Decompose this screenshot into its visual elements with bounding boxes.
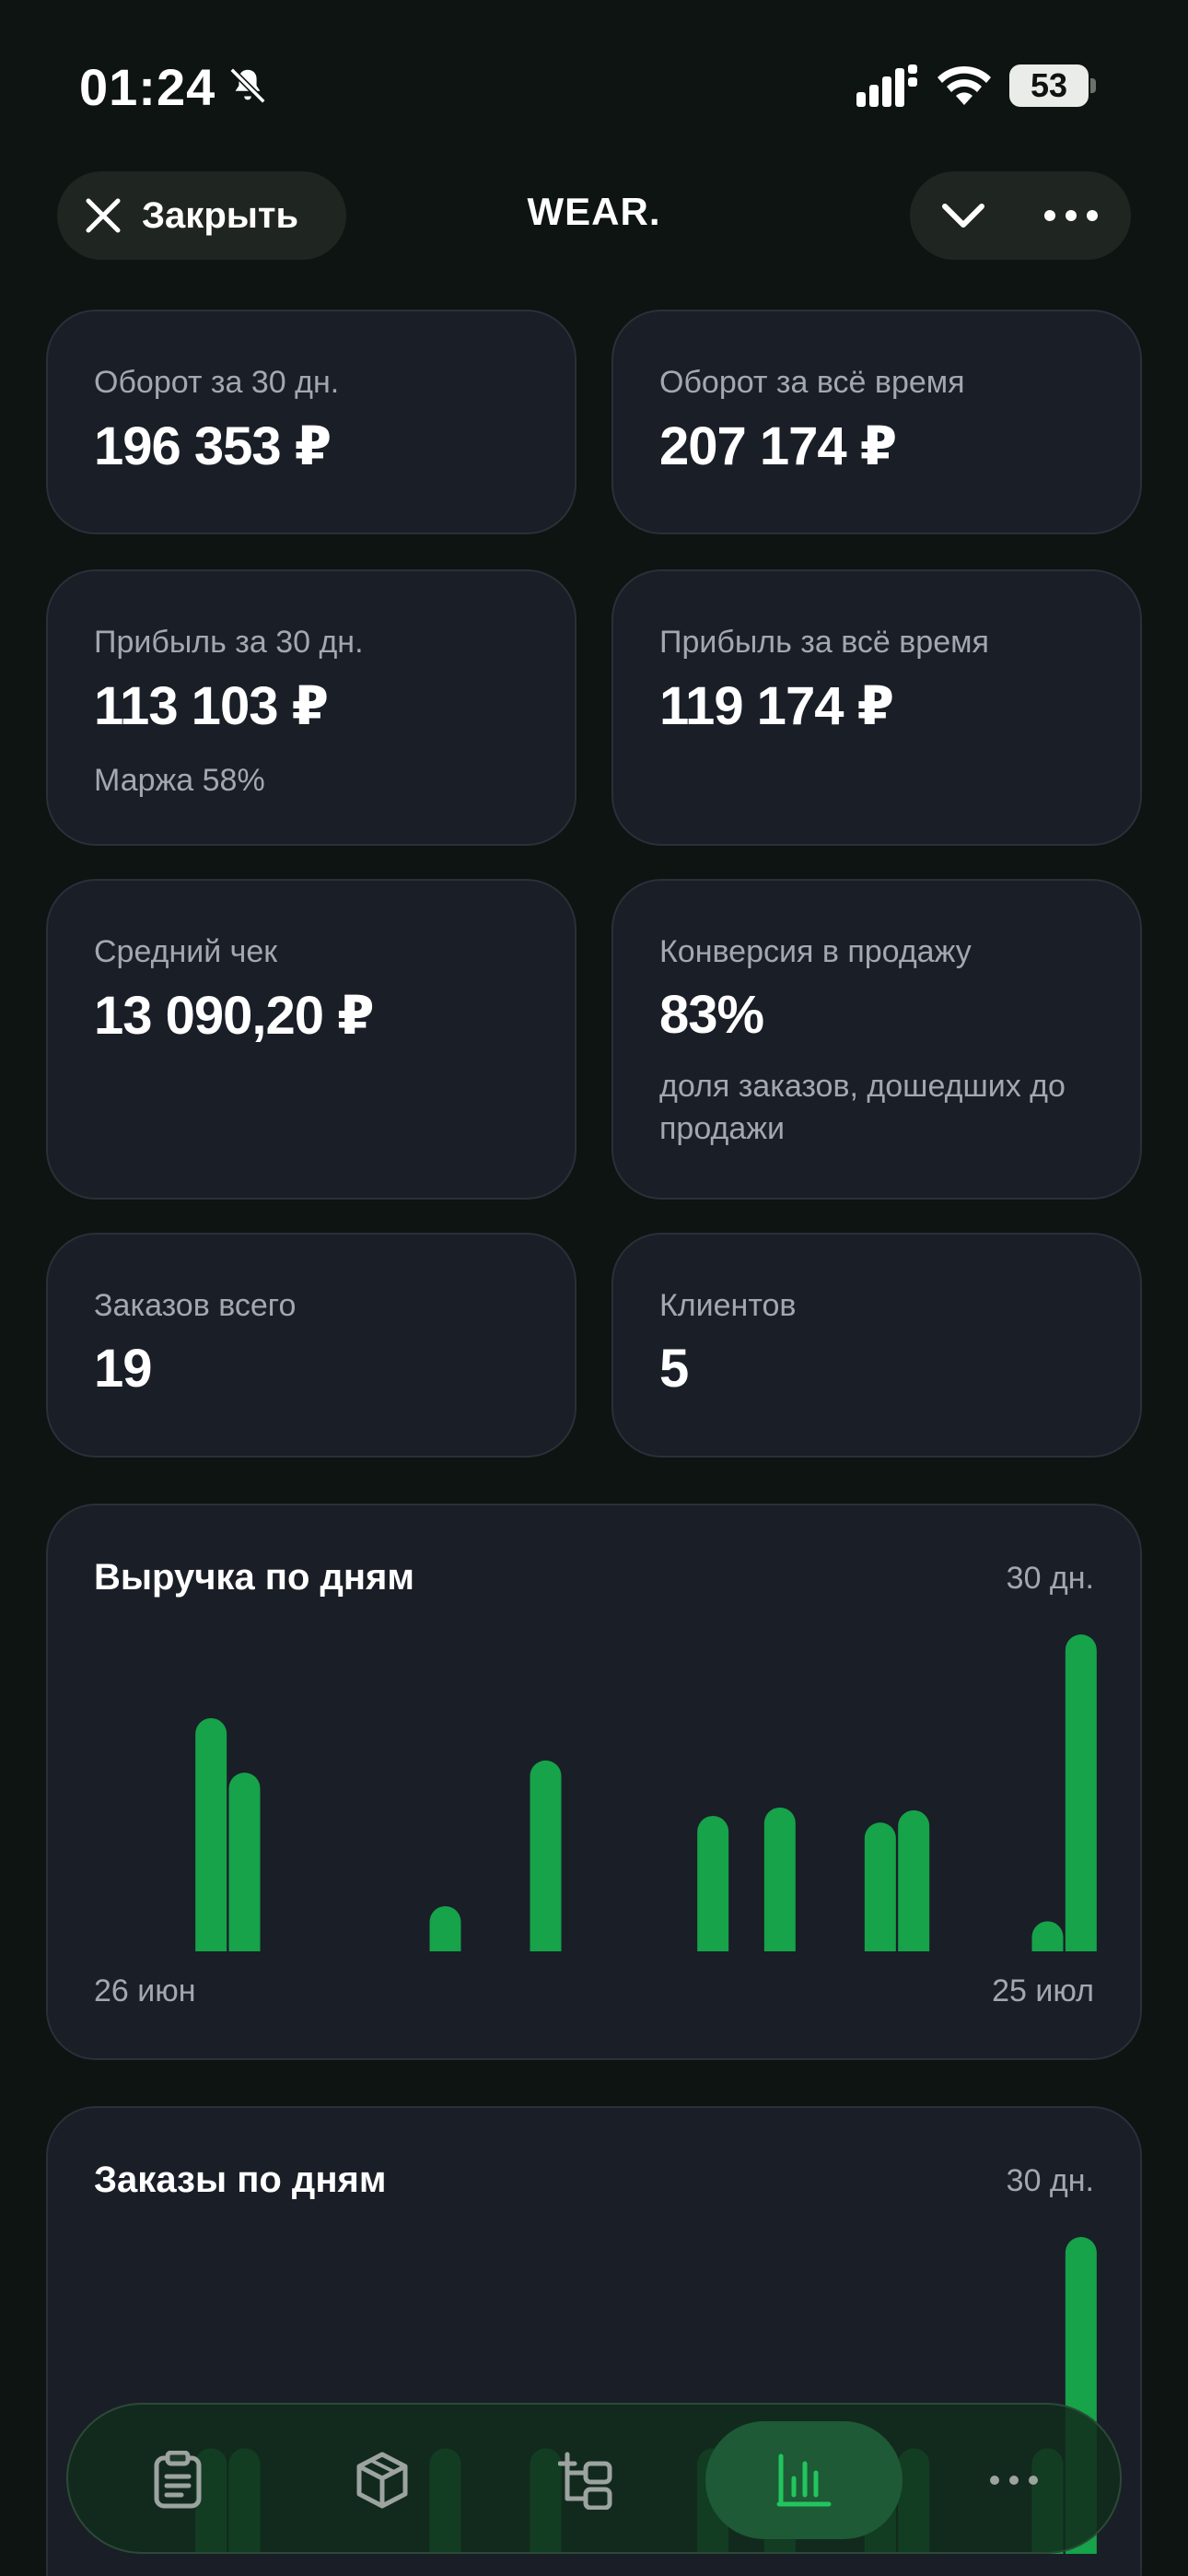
x-axis-start-label: 26 июн: [94, 1973, 196, 2008]
stat-label: Конверсия в продажу: [659, 934, 972, 969]
revenue-bar: [228, 1773, 261, 1951]
wifi-icon: [938, 65, 991, 105]
box-icon: [356, 2452, 408, 2509]
stat-card-turnover-all: Оборот за всё время 207 174 ₽: [611, 310, 1142, 534]
nav-item-products[interactable]: [284, 2421, 481, 2539]
nav-item-analytics[interactable]: [705, 2421, 903, 2539]
status-bar: 01:24 53: [0, 0, 1188, 175]
revenue-chart-card: Выручка по дням 30 дн. 26 июн 25 июл: [46, 1504, 1142, 2060]
stat-label: Клиентов: [659, 1288, 797, 1323]
stat-card-clients: Клиентов 5: [611, 1233, 1142, 1458]
revenue-bar: [195, 1717, 227, 1951]
chart-title: Заказы по дням: [94, 2160, 387, 2200]
nav-item-categories[interactable]: [488, 2421, 685, 2539]
x-axis-end-label: 25 июл: [992, 1973, 1094, 2008]
stat-value: 83%: [659, 985, 764, 1045]
revenue-bar: [898, 1809, 930, 1951]
stat-card-profit-30d: Прибыль за 30 дн. 113 103 ₽ Маржа 58%: [46, 569, 577, 846]
chart-period: 30 дн.: [1006, 2163, 1094, 2198]
stat-value: 19: [94, 1339, 153, 1399]
chart-icon: [776, 2453, 832, 2507]
stat-label: Заказов всего: [94, 1288, 297, 1323]
revenue-bar: [864, 1822, 896, 1951]
stat-label: Оборот за всё время: [659, 365, 965, 400]
stat-value: 5: [659, 1339, 689, 1399]
margin-text: Маржа 58%: [94, 763, 265, 798]
nav-item-more[interactable]: [915, 2421, 1112, 2539]
stat-card-avg-check: Средний чек 13 090,20 ₽: [46, 879, 577, 1200]
stat-label: Прибыль за 30 дн.: [94, 625, 364, 660]
revenue-bar: [1065, 1634, 1097, 1951]
more-options-icon[interactable]: [1039, 192, 1103, 240]
stat-label: Средний чек: [94, 934, 278, 969]
stat-card-turnover-30d: Оборот за 30 дн. 196 353 ₽: [46, 310, 577, 534]
clipboard-icon: [154, 2451, 202, 2509]
revenue-bar: [1031, 1921, 1064, 1951]
revenue-bar: [530, 1760, 562, 1951]
chart-title: Выручка по дням: [94, 1557, 414, 1598]
status-time: 01:24: [79, 58, 216, 116]
more-icon: [990, 2476, 1038, 2485]
stat-card-conversion: Конверсия в продажу 83% доля заказов, до…: [611, 879, 1142, 1200]
stat-label: Оборот за 30 дн.: [94, 365, 340, 400]
revenue-bar: [697, 1816, 729, 1951]
revenue-bar: [763, 1807, 796, 1951]
stat-card-orders-total: Заказов всего 19: [46, 1233, 577, 1458]
chart-period: 30 дн.: [1006, 1561, 1094, 1596]
tree-icon: [558, 2452, 612, 2510]
stat-value: 119 174 ₽: [659, 676, 894, 736]
conversion-description: доля заказов, дошедших до продажи: [659, 1069, 1066, 1146]
cellular-signal-icon: [856, 64, 917, 107]
chevron-down-icon[interactable]: [938, 192, 989, 240]
revenue-bar: [429, 1906, 461, 1951]
revenue-bars: [195, 1634, 1097, 1951]
stat-value: 13 090,20 ₽: [94, 986, 374, 1046]
battery-indicator: 53: [1009, 64, 1098, 107]
stat-card-profit-all: Прибыль за всё время 119 174 ₽: [611, 569, 1142, 846]
stat-label: Прибыль за всё время: [659, 625, 989, 660]
stat-value: 196 353 ₽: [94, 416, 332, 476]
stat-value: 207 174 ₽: [659, 416, 897, 476]
battery-level: 53: [1030, 66, 1068, 104]
header-actions: [910, 171, 1131, 260]
stat-value: 113 103 ₽: [94, 676, 329, 736]
bottom-nav: [66, 2403, 1122, 2554]
bell-muted-icon: [229, 67, 266, 104]
nav-item-orders[interactable]: [79, 2421, 276, 2539]
